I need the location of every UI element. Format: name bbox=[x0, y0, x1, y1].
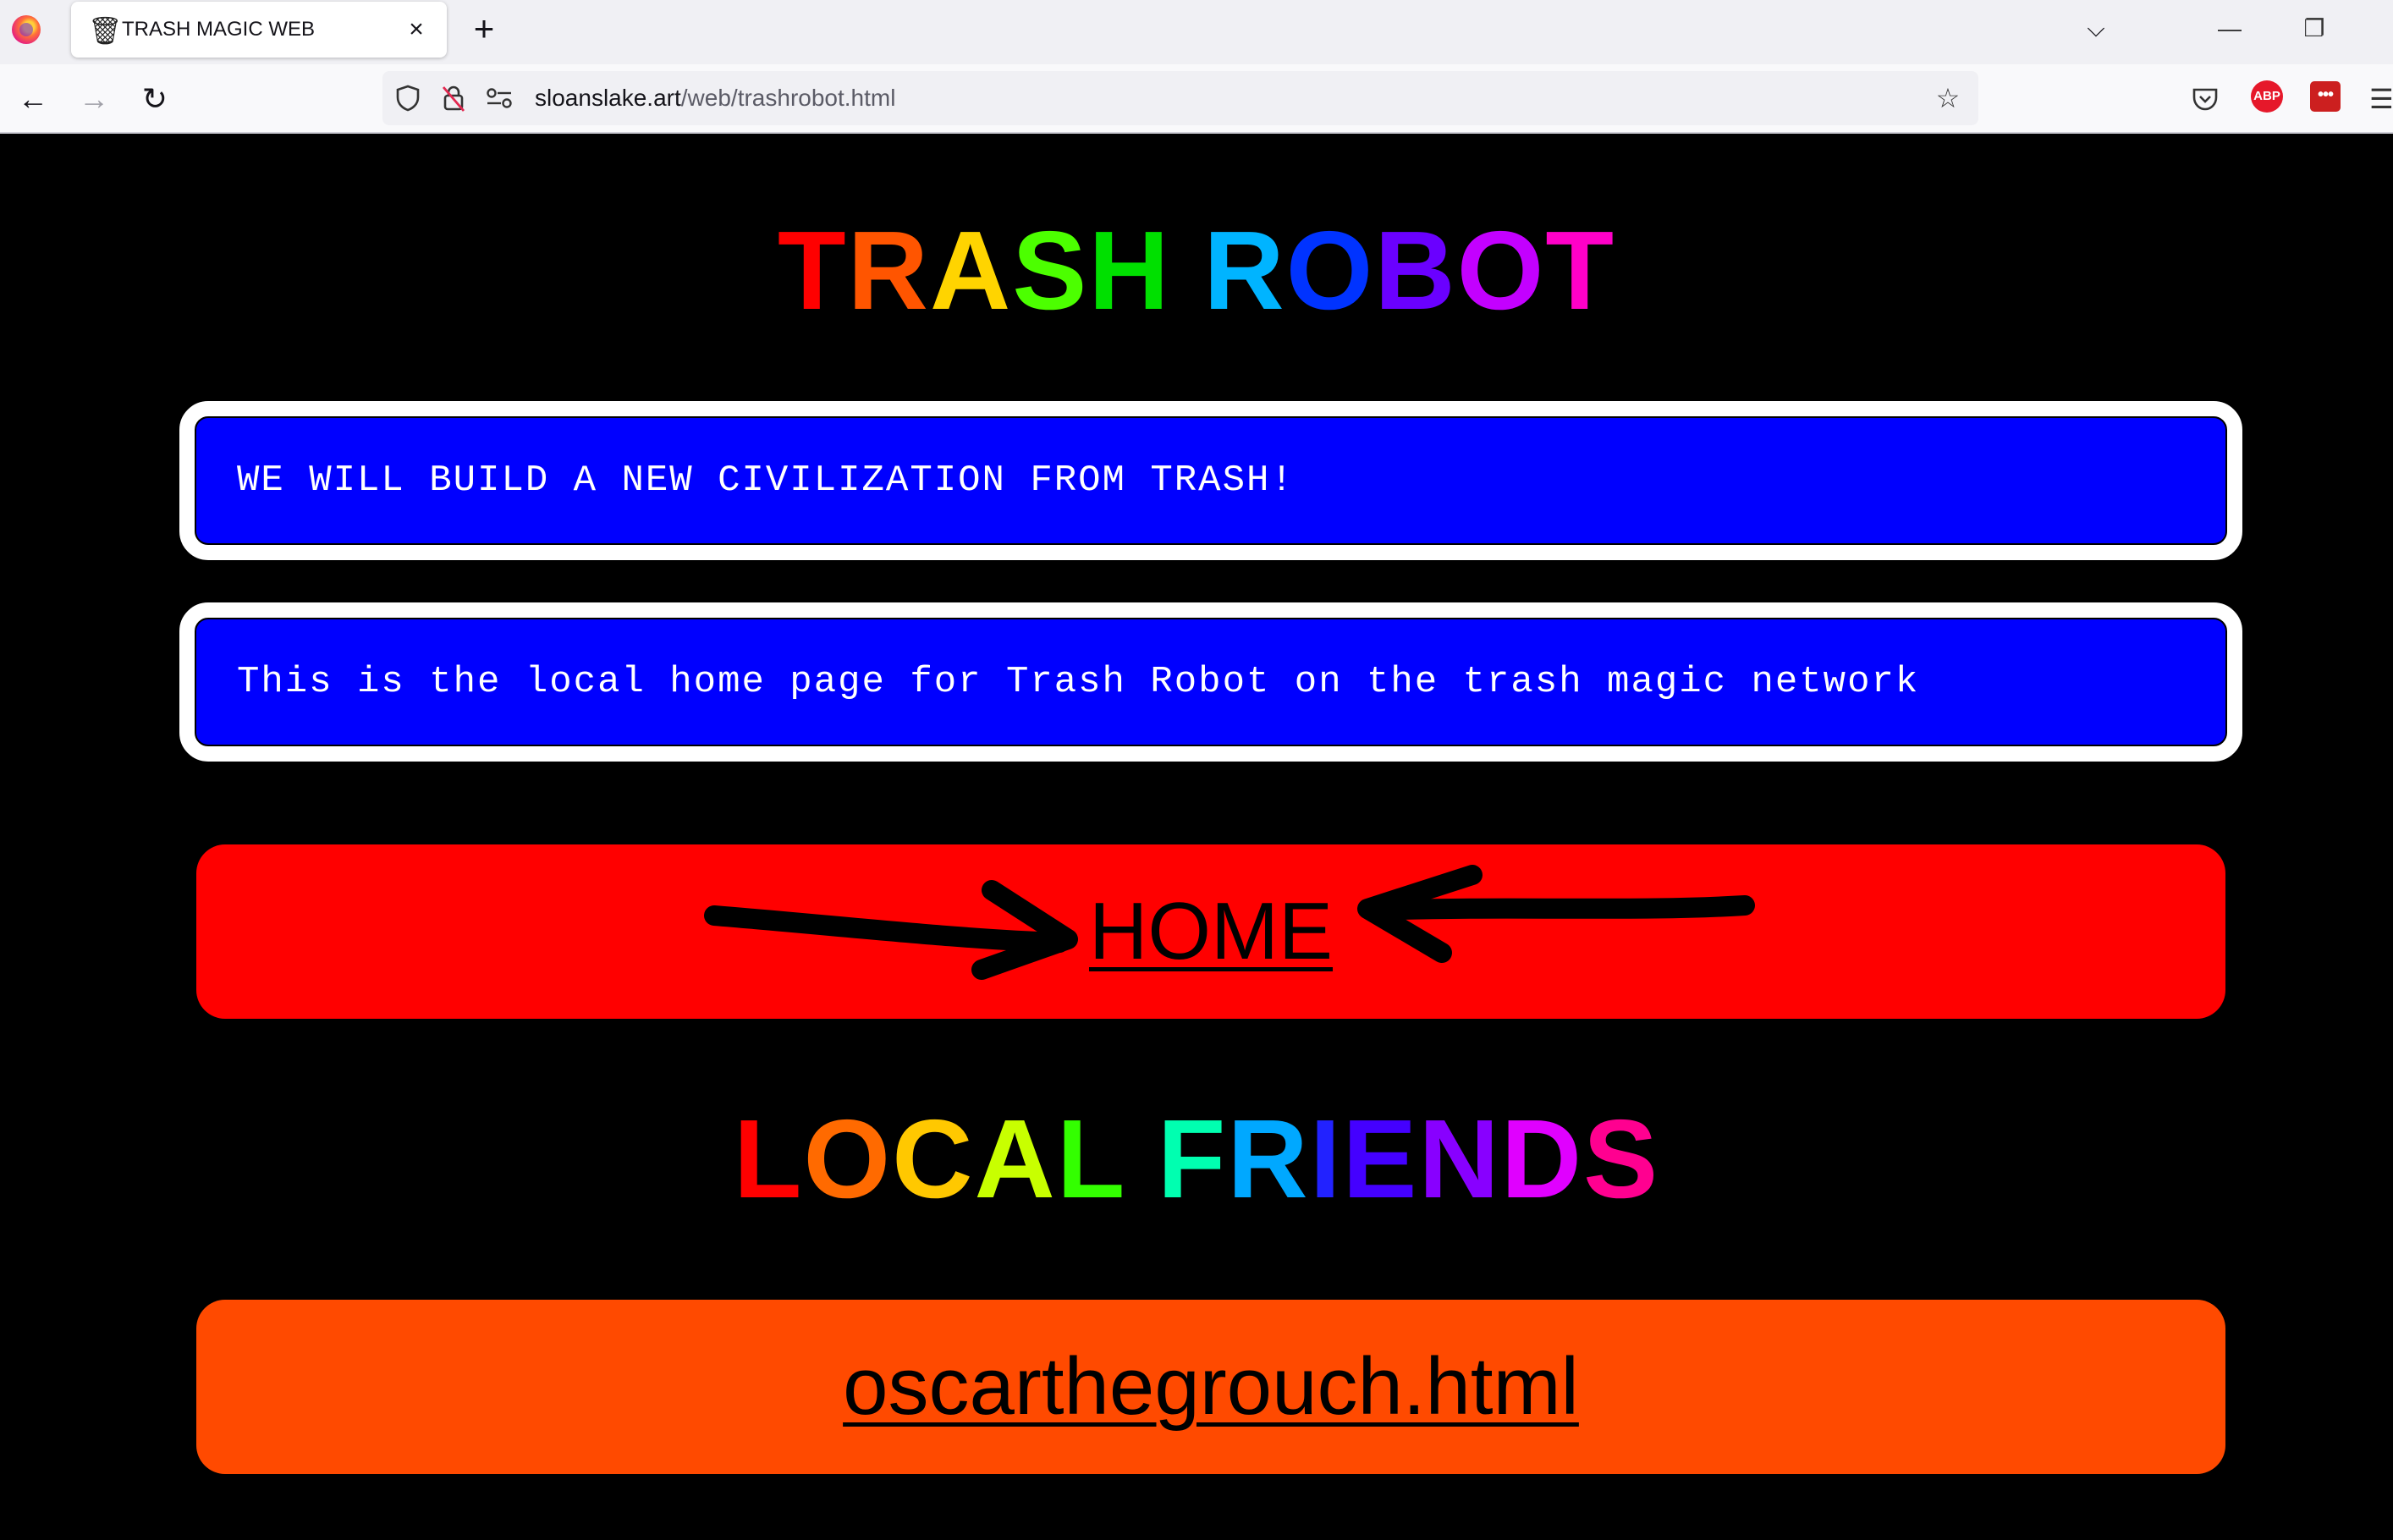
banner-description: This is the local home page for Trash Ro… bbox=[179, 602, 2242, 762]
friends-title-letter: S bbox=[1583, 1097, 1660, 1221]
title-letter: A bbox=[929, 208, 1013, 333]
friends-title-letter: I bbox=[1309, 1097, 1343, 1221]
bookmark-star-icon[interactable]: ☆ bbox=[1929, 80, 1967, 117]
page-title: TRASH ROBOT bbox=[0, 206, 2393, 334]
forward-arrow-icon[interactable]: → bbox=[71, 76, 117, 122]
friends-title-letter: E bbox=[1342, 1097, 1419, 1221]
url-path: /web/trashrobot.html bbox=[680, 85, 896, 111]
friends-title-letter: L bbox=[733, 1097, 804, 1221]
menu-hamburger-icon[interactable]: ☰ bbox=[2369, 80, 2393, 118]
local-friends-heading: LOCAL FRIENDS bbox=[0, 1095, 2393, 1223]
banner-civilization-text: WE WILL BUILD A NEW CIVILIZATION FROM TR… bbox=[237, 459, 1295, 502]
extension-icon[interactable]: ••• bbox=[2310, 81, 2341, 112]
window-restore-button[interactable]: ❐ bbox=[2285, 5, 2344, 52]
back-arrow-icon[interactable]: ← bbox=[10, 76, 56, 122]
friends-title-letter: N bbox=[1418, 1097, 1501, 1221]
tab-trash-magic-web[interactable]: 🗑 TRASH MAGIC WEB × bbox=[71, 2, 447, 58]
tab-title: TRASH MAGIC WEB bbox=[122, 18, 316, 41]
permissions-icon[interactable] bbox=[481, 80, 518, 117]
title-letter: O bbox=[1456, 208, 1546, 333]
friends-title-letter: D bbox=[1500, 1097, 1584, 1221]
title-letter: H bbox=[1088, 208, 1171, 333]
page-content: TRASH ROBOT WE WILL BUILD A NEW CIVILIZA… bbox=[0, 134, 2393, 1540]
friend-link-oscarthegrouch[interactable]: oscarthegrouch.html bbox=[196, 1300, 2225, 1474]
trash-icon: 🗑 bbox=[88, 15, 123, 46]
tab-close-icon[interactable]: × bbox=[399, 13, 433, 47]
home-link-box: HOME bbox=[196, 844, 2225, 1019]
url-domain: sloanslake.art bbox=[535, 85, 681, 111]
title-letter: T bbox=[777, 208, 848, 333]
banner-description-text: This is the local home page for Trash Ro… bbox=[237, 661, 1920, 703]
friends-title-letter: F bbox=[1157, 1097, 1228, 1221]
title-letter: R bbox=[1203, 208, 1286, 333]
friends-title-letter: R bbox=[1227, 1097, 1310, 1221]
insecure-lock-icon[interactable] bbox=[435, 80, 472, 117]
url-bar[interactable]: sloanslake.art/web/trashrobot.html ☆ bbox=[382, 71, 1978, 125]
browser-tab-strip: 🗑 TRASH MAGIC WEB × + ⌵ — ❐ bbox=[0, 0, 2393, 64]
title-letter: T bbox=[1545, 208, 1616, 333]
friends-title-letter: A bbox=[974, 1097, 1057, 1221]
title-letter: O bbox=[1285, 208, 1375, 333]
url-text[interactable]: sloanslake.art/web/trashrobot.html bbox=[535, 71, 895, 125]
friend-link-box: oscarthegrouch.html bbox=[196, 1300, 2225, 1474]
window-minimize-button[interactable]: — bbox=[2200, 5, 2259, 52]
friends-title-letter: L bbox=[1056, 1097, 1125, 1221]
adblock-plus-icon[interactable]: ABP bbox=[2251, 80, 2283, 113]
friends-title-letter: C bbox=[892, 1097, 975, 1221]
new-tab-button[interactable]: + bbox=[465, 10, 503, 47]
title-letter: B bbox=[1374, 208, 1457, 333]
browser-toolbar: ← → ↻ sloanslake.art/web/trashrobot.html… bbox=[0, 64, 2393, 134]
pocket-icon[interactable] bbox=[2187, 80, 2224, 118]
title-letter: R bbox=[847, 208, 930, 333]
firefox-logo-icon bbox=[12, 15, 41, 44]
banner-civilization: WE WILL BUILD A NEW CIVILIZATION FROM TR… bbox=[179, 401, 2242, 560]
friends-title-letter: O bbox=[803, 1097, 893, 1221]
shield-icon[interactable] bbox=[389, 80, 426, 117]
reload-icon[interactable]: ↻ bbox=[132, 76, 178, 122]
home-link[interactable]: HOME bbox=[196, 844, 2225, 1019]
list-all-tabs-chevron-down-icon[interactable]: ⌵ bbox=[2077, 10, 2115, 47]
title-letter: S bbox=[1012, 208, 1089, 333]
